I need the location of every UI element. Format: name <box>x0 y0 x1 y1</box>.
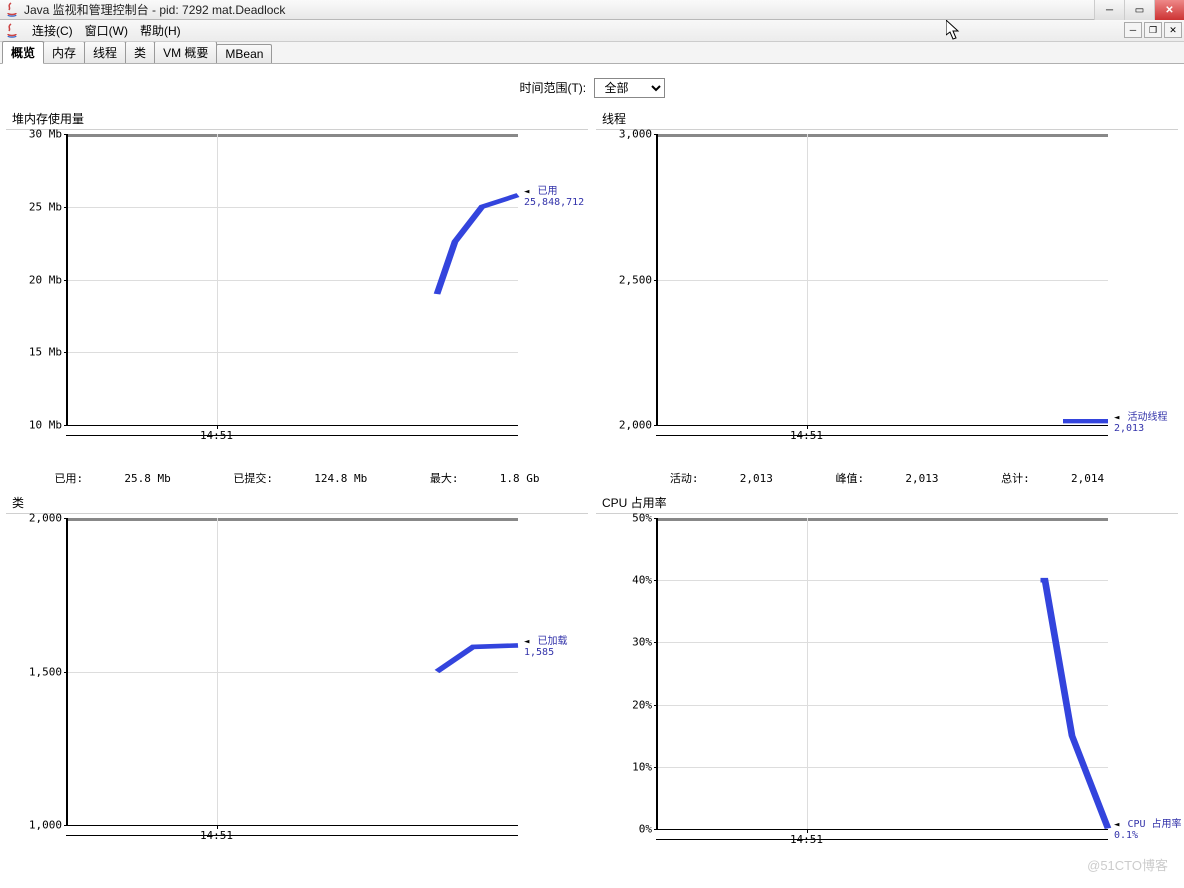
heap-chart[interactable]: 10 Mb 15 Mb 20 Mb 25 Mb 30 Mb 14:51 已用25… <box>6 129 588 466</box>
classes-stats <box>6 866 588 870</box>
panel-classes-title: 类 <box>6 494 588 513</box>
mdi-restore-button[interactable]: ❐ <box>1144 22 1162 38</box>
classes-chart[interactable]: 1,000 1,500 2,000 14:51 已加载1,585 <box>6 513 588 866</box>
threads-stats: 活动: 2,013 峰值: 2,013 总计: 2,014 <box>596 466 1178 486</box>
tab-overview[interactable]: 概览 <box>2 41 44 64</box>
cpu-series-label: CPU 占用率0.1% <box>1108 815 1182 841</box>
panel-classes: 类 1,000 1,500 2,000 14:51 已加载1,585 <box>6 494 588 870</box>
cpu-chart[interactable]: 0% 10% 20% 30% 40% 50% 14:51 CPU 占用率0.1% <box>596 513 1178 870</box>
tab-bar: 概览 内存 线程 类 VM 概要 MBean <box>0 42 1184 64</box>
heap-stats: 已用: 25.8 Mb 已提交: 124.8 Mb 最大: 1.8 Gb <box>6 466 588 486</box>
tab-vm[interactable]: VM 概要 <box>154 41 217 63</box>
panel-cpu-title: CPU 占用率 <box>596 494 1178 513</box>
menu-help[interactable]: 帮助(H) <box>134 22 187 39</box>
panel-threads-title: 线程 <box>596 110 1178 129</box>
maximize-button[interactable]: ▭ <box>1124 0 1154 20</box>
heap-series-label: 已用25,848,712 <box>518 182 584 208</box>
tab-classes[interactable]: 类 <box>125 41 155 63</box>
time-range-label: 时间范围(T): <box>519 81 586 95</box>
tab-threads[interactable]: 线程 <box>84 41 126 63</box>
mdi-minimize-button[interactable]: ─ <box>1124 22 1142 38</box>
title-bar: Java 监视和管理控制台 - pid: 7292 mat.Deadlock ─… <box>0 0 1184 20</box>
menu-window[interactable]: 窗口(W) <box>79 22 134 39</box>
threads-chart[interactable]: 2,000 2,500 3,000 14:51 活动线程2,013 <box>596 129 1178 466</box>
panel-heap-title: 堆内存使用量 <box>6 110 588 129</box>
mdi-close-button[interactable]: ✕ <box>1164 22 1182 38</box>
tab-memory[interactable]: 内存 <box>43 41 85 63</box>
panel-cpu: CPU 占用率 0% 10% 20% 30% 40% 50% 14:51 <box>596 494 1178 870</box>
java-icon <box>4 23 20 39</box>
panel-heap: 堆内存使用量 10 Mb 15 Mb 20 Mb 25 Mb 30 Mb 14:… <box>6 110 588 486</box>
menu-connect[interactable]: 连接(C) <box>26 22 79 39</box>
watermark: @51CTO博客 <box>1087 855 1168 874</box>
menu-bar: 连接(C) 窗口(W) 帮助(H) ─ ❐ ✕ <box>0 20 1184 42</box>
java-icon <box>4 2 20 18</box>
minimize-button[interactable]: ─ <box>1094 0 1124 20</box>
close-button[interactable]: ✕ <box>1154 0 1184 20</box>
classes-series-label: 已加载1,585 <box>518 632 567 658</box>
window-title: Java 监视和管理控制台 - pid: 7292 mat.Deadlock <box>24 1 1180 18</box>
threads-series-label: 活动线程2,013 <box>1108 408 1167 434</box>
panel-threads: 线程 2,000 2,500 3,000 14:51 活动线程2,013 <box>596 110 1178 486</box>
tab-mbean[interactable]: MBean <box>216 44 272 63</box>
time-range-row: 时间范围(T): 全部 <box>6 78 1178 98</box>
time-range-select[interactable]: 全部 <box>594 78 665 98</box>
content-area: 时间范围(T): 全部 堆内存使用量 10 Mb 15 Mb 20 Mb 2 <box>0 64 1184 888</box>
